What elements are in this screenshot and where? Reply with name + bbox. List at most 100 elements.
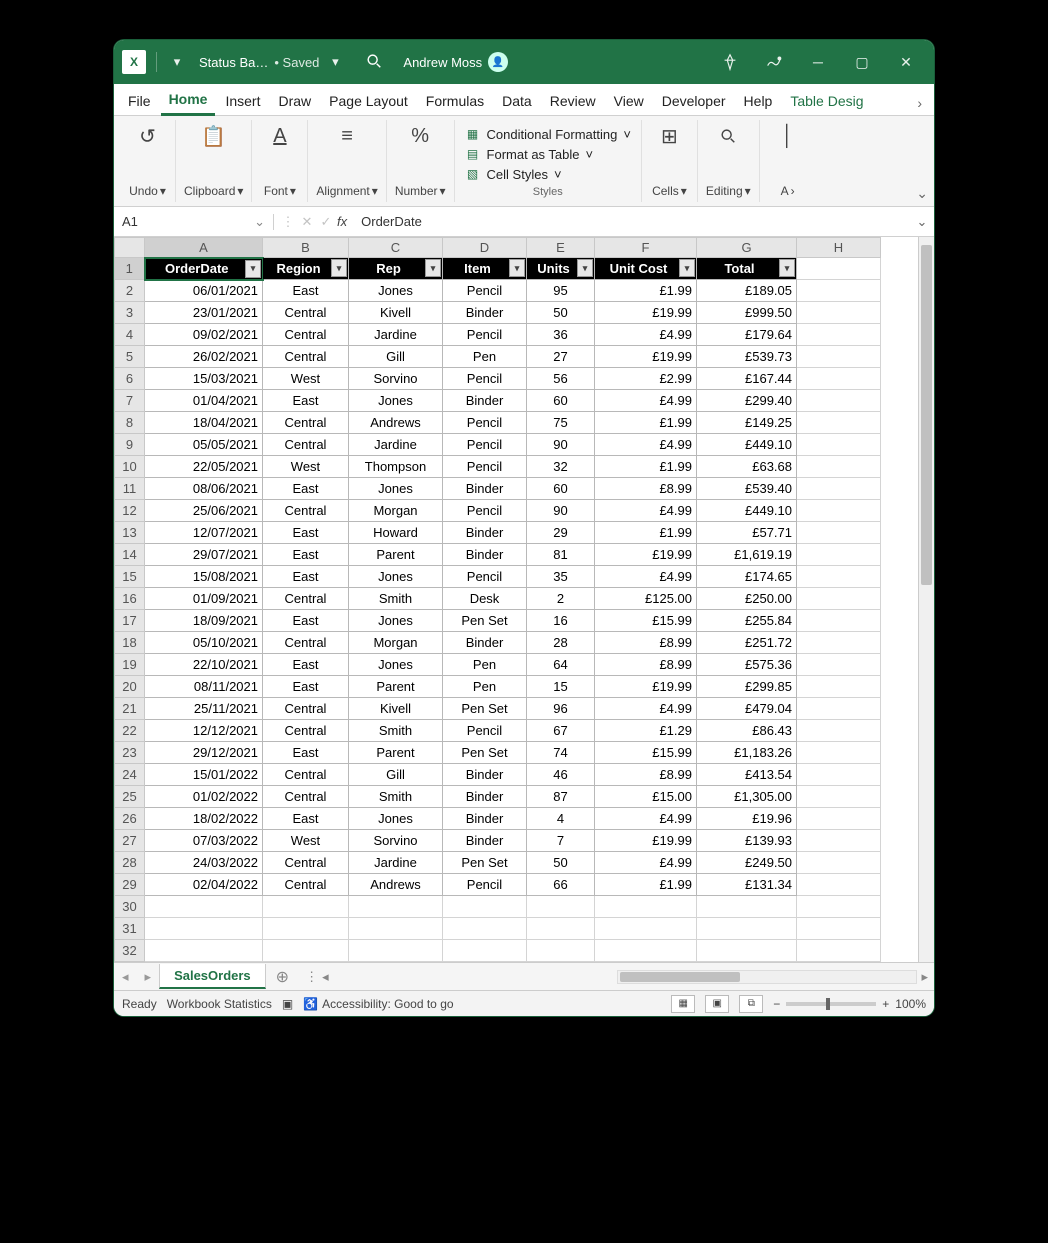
cell[interactable]: £8.99	[595, 632, 697, 654]
cell[interactable]	[595, 940, 697, 962]
cell[interactable]: Pencil	[443, 566, 527, 588]
cell[interactable]: £539.73	[697, 346, 797, 368]
column-header-E[interactable]: E	[527, 238, 595, 258]
cell[interactable]: Pencil	[443, 324, 527, 346]
cell[interactable]	[797, 764, 881, 786]
formula-bar-expand-button[interactable]: ⌄	[910, 214, 934, 230]
cell[interactable]: 81	[527, 544, 595, 566]
row-header-21[interactable]: 21	[115, 698, 145, 720]
cell[interactable]	[443, 896, 527, 918]
ribbon-tab-formulas[interactable]: Formulas	[418, 88, 492, 115]
formula-input[interactable]: OrderDate	[353, 214, 910, 229]
cell[interactable]: Pencil	[443, 874, 527, 896]
cell[interactable]: £249.50	[697, 852, 797, 874]
cell[interactable]: Jardine	[349, 324, 443, 346]
ribbon-tab-overflow[interactable]: ›	[911, 91, 928, 115]
cell[interactable]: Central	[263, 434, 349, 456]
cell[interactable]: Binder	[443, 786, 527, 808]
cell[interactable]: Binder	[443, 808, 527, 830]
workbook-statistics-button[interactable]: Workbook Statistics	[167, 997, 272, 1011]
cell[interactable]: Jones	[349, 566, 443, 588]
save-status[interactable]: • Saved	[274, 55, 319, 70]
row-header-20[interactable]: 20	[115, 676, 145, 698]
cell[interactable]: Pencil	[443, 280, 527, 302]
cell[interactable]	[797, 830, 881, 852]
cell[interactable]	[797, 302, 881, 324]
cell[interactable]: East	[263, 478, 349, 500]
font-group[interactable]: A Font ▾	[252, 120, 308, 202]
cell[interactable]	[797, 324, 881, 346]
ribbon-tab-page-layout[interactable]: Page Layout	[321, 88, 416, 115]
cell[interactable]: 7	[527, 830, 595, 852]
cell[interactable]: Binder	[443, 478, 527, 500]
cell[interactable]	[797, 390, 881, 412]
cell[interactable]: Pen	[443, 676, 527, 698]
cell[interactable]: £575.36	[697, 654, 797, 676]
cell[interactable]: 01/02/2022	[145, 786, 263, 808]
cell[interactable]: £413.54	[697, 764, 797, 786]
cell[interactable]: £1,305.00	[697, 786, 797, 808]
sheet-nav-prev[interactable]: ◂	[114, 969, 137, 985]
cell[interactable]: Central	[263, 698, 349, 720]
cell[interactable]: Howard	[349, 522, 443, 544]
cell[interactable]: 25/06/2021	[145, 500, 263, 522]
filter-button[interactable]: ▾	[425, 259, 441, 277]
select-all-corner[interactable]	[115, 238, 145, 258]
cell[interactable]: 29/07/2021	[145, 544, 263, 566]
alignment-group[interactable]: ≡ Alignment ▾	[308, 120, 386, 202]
cell[interactable]: East	[263, 566, 349, 588]
cell[interactable]	[797, 346, 881, 368]
cell[interactable]: Jones	[349, 808, 443, 830]
ribbon-tab-data[interactable]: Data	[494, 88, 540, 115]
zoom-slider[interactable]	[786, 1002, 876, 1006]
cell[interactable]: 18/02/2022	[145, 808, 263, 830]
row-header-32[interactable]: 32	[115, 940, 145, 962]
cell[interactable]: £4.99	[595, 500, 697, 522]
cell[interactable]	[697, 896, 797, 918]
cell[interactable]: £4.99	[595, 566, 697, 588]
cell[interactable]	[527, 940, 595, 962]
cell[interactable]	[797, 874, 881, 896]
cell[interactable]: Binder	[443, 632, 527, 654]
row-header-31[interactable]: 31	[115, 918, 145, 940]
cell[interactable]: West	[263, 830, 349, 852]
page-break-view-button[interactable]: ⧉	[739, 995, 763, 1013]
ribbon-tab-view[interactable]: View	[606, 88, 652, 115]
cell[interactable]: £179.64	[697, 324, 797, 346]
cell[interactable]: Binder	[443, 390, 527, 412]
cell[interactable]: East	[263, 522, 349, 544]
row-header-24[interactable]: 24	[115, 764, 145, 786]
insert-function-button[interactable]: fx	[337, 214, 347, 229]
horizontal-scrollbar[interactable]	[617, 970, 917, 984]
cell[interactable]: Kivell	[349, 302, 443, 324]
row-header-28[interactable]: 28	[115, 852, 145, 874]
cell[interactable]: £999.50	[697, 302, 797, 324]
filter-button[interactable]: ▾	[679, 259, 695, 277]
cell[interactable]: 60	[527, 390, 595, 412]
cell[interactable]: £125.00	[595, 588, 697, 610]
cell[interactable]: Pen Set	[443, 742, 527, 764]
row-header-12[interactable]: 12	[115, 500, 145, 522]
cell[interactable]: £299.40	[697, 390, 797, 412]
cell[interactable]: East	[263, 544, 349, 566]
cell[interactable]: Binder	[443, 522, 527, 544]
formula-more-icon[interactable]: ⋮	[280, 214, 296, 230]
cell[interactable]: £251.72	[697, 632, 797, 654]
row-header-30[interactable]: 30	[115, 896, 145, 918]
cell[interactable]: 29/12/2021	[145, 742, 263, 764]
row-header-14[interactable]: 14	[115, 544, 145, 566]
cell[interactable]	[797, 434, 881, 456]
cell[interactable]: Gill	[349, 764, 443, 786]
row-header-11[interactable]: 11	[115, 478, 145, 500]
cell[interactable]: Pen Set	[443, 610, 527, 632]
cell[interactable]: 15/01/2022	[145, 764, 263, 786]
cell[interactable]: 90	[527, 500, 595, 522]
cell[interactable]: 22/10/2021	[145, 654, 263, 676]
cell[interactable]: £1.99	[595, 280, 697, 302]
spreadsheet-grid[interactable]: ABCDEFGH1OrderDate▾Region▾Rep▾Item▾Units…	[114, 237, 918, 962]
row-header-29[interactable]: 29	[115, 874, 145, 896]
cell[interactable]: East	[263, 676, 349, 698]
row-header-6[interactable]: 6	[115, 368, 145, 390]
cell[interactable]: 4	[527, 808, 595, 830]
cell[interactable]	[797, 632, 881, 654]
